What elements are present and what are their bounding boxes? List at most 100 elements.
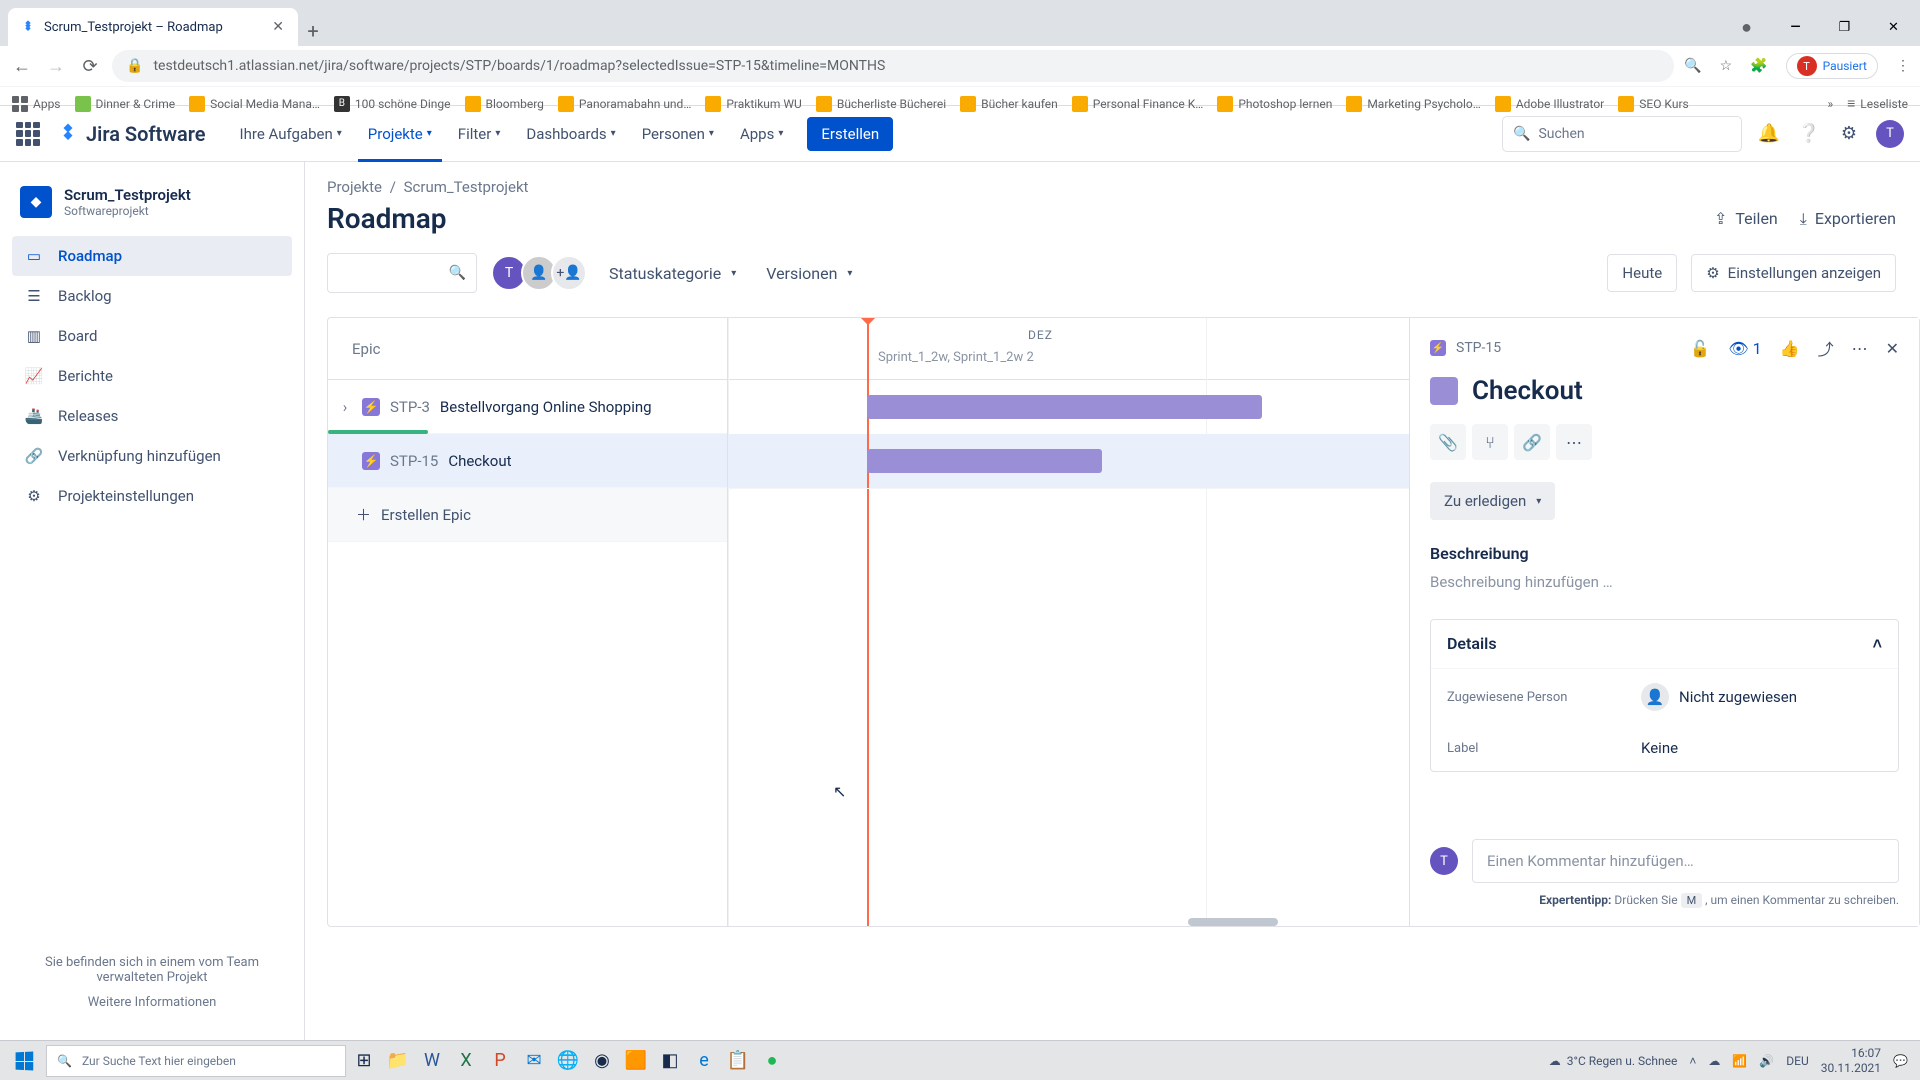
link-button[interactable]: 🔗 (1514, 424, 1550, 460)
user-avatar[interactable]: T (1876, 120, 1904, 148)
browser-tab[interactable]: Scrum_Testprojekt – Roadmap ✕ (8, 8, 298, 46)
profile-pill[interactable]: T Pausiert (1786, 53, 1878, 79)
window-maximize[interactable]: ❐ (1822, 12, 1867, 42)
bookmark-overflow[interactable]: » (1828, 97, 1834, 111)
sidebar-item-roadmap[interactable]: ▭Roadmap (12, 236, 292, 276)
issue-key-link[interactable]: STP-15 (1456, 340, 1501, 356)
comment-input[interactable]: Einen Kommentar hinzufügen… (1472, 839, 1899, 883)
wifi-icon[interactable]: 📶 (1732, 1054, 1747, 1068)
explorer-icon[interactable]: 📁 (382, 1045, 414, 1077)
project-header[interactable]: ◆ Scrum_Testprojekt Softwareprojekt (12, 182, 292, 236)
window-close[interactable]: ✕ (1871, 12, 1916, 42)
roadmap-search[interactable]: 🔍 (327, 253, 477, 293)
global-search[interactable]: 🔍 Suchen (1502, 116, 1742, 152)
epic-row-selected[interactable]: ⚡ STP-15 Checkout (328, 434, 727, 488)
epic-bar[interactable] (867, 449, 1102, 473)
child-issue-button[interactable]: ⑂ (1472, 424, 1508, 460)
excel-icon[interactable]: X (450, 1045, 482, 1077)
share-icon[interactable]: ⤴ (1818, 336, 1834, 360)
today-button[interactable]: Heute (1607, 254, 1677, 292)
bookmark-apps[interactable]: Apps (12, 96, 61, 112)
task-view-icon[interactable]: ⊞ (348, 1045, 380, 1077)
app-icon[interactable]: ◉ (586, 1045, 618, 1077)
back-icon[interactable]: ← (10, 56, 34, 77)
nav-apps[interactable]: Apps▾ (730, 106, 793, 162)
clock[interactable]: 16:0730.11.2021 (1821, 1046, 1881, 1075)
like-icon[interactable]: 👍 (1780, 339, 1800, 358)
epic-bar[interactable] (867, 395, 1262, 419)
reload-icon[interactable]: ⟳ (78, 56, 102, 77)
scrollbar-thumb[interactable] (1188, 918, 1278, 926)
notification-icon[interactable]: 💬 (1893, 1054, 1908, 1068)
more-actions-button[interactable]: ⋯ (1556, 424, 1592, 460)
nav-people[interactable]: Personen▾ (632, 106, 724, 162)
label-field[interactable]: Label Keine (1431, 725, 1898, 771)
language-indicator[interactable]: DEU (1786, 1054, 1808, 1068)
issue-title[interactable]: Checkout (1472, 376, 1583, 406)
onedrive-icon[interactable]: ☁ (1708, 1054, 1720, 1068)
nav-your-work[interactable]: Ihre Aufgaben▾ (230, 106, 352, 162)
bookmark-item[interactable]: Bücherliste Bücherei (816, 96, 946, 112)
help-icon[interactable]: ❔ (1796, 121, 1822, 147)
word-icon[interactable]: W (416, 1045, 448, 1077)
share-button[interactable]: ⇪Teilen (1714, 209, 1778, 229)
chrome-icon[interactable]: 🌐 (552, 1045, 584, 1077)
app-icon[interactable]: 🟧 (620, 1045, 652, 1077)
details-toggle[interactable]: Details˄ (1431, 620, 1898, 669)
extension-icon[interactable]: 🧩 (1750, 58, 1767, 74)
app-icon[interactable]: ◧ (654, 1045, 686, 1077)
mail-icon[interactable]: ✉ (518, 1045, 550, 1077)
spotify-icon[interactable]: ● (756, 1045, 788, 1077)
bookmark-item[interactable]: Dinner & Crime (75, 96, 176, 112)
status-category-dropdown[interactable]: Statuskategorie▾ (601, 264, 744, 283)
reading-list[interactable]: ≡Leseliste (1847, 95, 1908, 112)
sidebar-item-board[interactable]: ▥Board (12, 316, 292, 356)
avatar-add[interactable]: +👤 (551, 255, 587, 291)
epic-row[interactable]: › ⚡ STP-3 Bestellvorgang Online Shopping (328, 380, 727, 434)
close-icon[interactable]: ✕ (1886, 339, 1899, 358)
crumb-project[interactable]: Scrum_Testprojekt (404, 178, 529, 196)
address-bar[interactable]: 🔒 testdeutsch1.atlassian.net/jira/softwa… (112, 50, 1674, 82)
sidebar-item-releases[interactable]: 🚢Releases (12, 396, 292, 436)
nav-projects[interactable]: Projekte▾ (358, 106, 442, 162)
tray-chevron-icon[interactable]: ˄ (1689, 1054, 1696, 1068)
app-switcher-icon[interactable] (16, 122, 40, 146)
zoom-icon[interactable]: 🔍 (1684, 58, 1701, 74)
window-minimize[interactable]: — (1773, 12, 1818, 42)
settings-icon[interactable]: ⚙ (1836, 121, 1862, 147)
bookmark-item[interactable]: Personal Finance K… (1072, 96, 1204, 112)
sidebar-item-backlog[interactable]: ☰Backlog (12, 276, 292, 316)
nav-dashboards[interactable]: Dashboards▾ (516, 106, 625, 162)
watchers[interactable]: 👁1 (1728, 339, 1761, 358)
notifications-icon[interactable]: 🔔 (1756, 121, 1782, 147)
description-placeholder[interactable]: Beschreibung hinzufügen … (1430, 573, 1899, 591)
sidebar-item-settings[interactable]: ⚙Projekteinstellungen (12, 476, 292, 516)
bookmark-item[interactable]: Bücher kaufen (960, 96, 1058, 112)
expand-icon[interactable]: › (338, 398, 352, 416)
volume-icon[interactable]: 🔊 (1759, 1054, 1774, 1068)
app-icon[interactable]: 📋 (722, 1045, 754, 1077)
show-settings-button[interactable]: ⚙Einstellungen anzeigen (1691, 254, 1896, 292)
nav-filters[interactable]: Filter▾ (448, 106, 511, 162)
jira-logo[interactable]: Jira Software (56, 122, 206, 146)
edge-icon[interactable]: e (688, 1045, 720, 1077)
powerpoint-icon[interactable]: P (484, 1045, 516, 1077)
epic-color[interactable] (1430, 377, 1458, 405)
taskbar-search[interactable]: 🔍Zur Suche Text hier eingeben (46, 1045, 346, 1077)
create-epic-button[interactable]: ＋ Erstellen Epic (328, 488, 727, 542)
star-icon[interactable]: ☆ (1720, 58, 1733, 74)
tab-close-icon[interactable]: ✕ (270, 17, 286, 37)
bookmark-item[interactable]: SEO Kurs (1618, 96, 1688, 112)
create-button[interactable]: Erstellen (807, 117, 893, 151)
weather-widget[interactable]: ☁3°C Regen u. Schnee (1549, 1054, 1678, 1068)
bookmark-item[interactable]: Marketing Psycholo… (1346, 96, 1480, 112)
more-icon[interactable]: ⋯ (1852, 339, 1868, 358)
export-button[interactable]: ⤓Exportieren (1800, 209, 1896, 229)
new-tab-button[interactable]: + (298, 16, 328, 46)
bookmark-item[interactable]: Photoshop lernen (1217, 96, 1332, 112)
sidebar-more-info[interactable]: Weitere Informationen (22, 995, 282, 1010)
avatar-filter[interactable]: T 👤 +👤 (491, 255, 587, 291)
versions-dropdown[interactable]: Versionen▾ (758, 264, 860, 283)
start-button[interactable] (4, 1041, 44, 1080)
attach-button[interactable]: 📎 (1430, 424, 1466, 460)
